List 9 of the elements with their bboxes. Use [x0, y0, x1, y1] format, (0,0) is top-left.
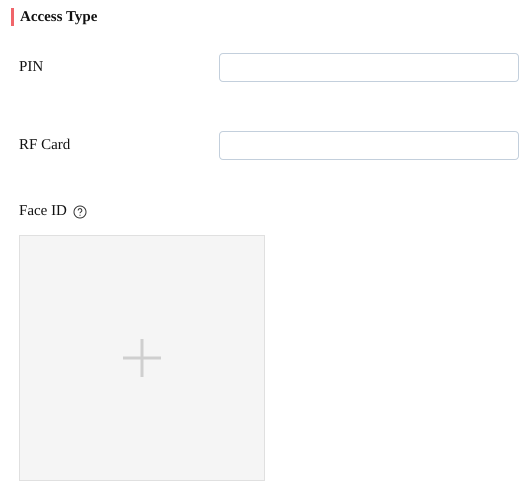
plus-icon [122, 338, 162, 378]
section-title: Access Type [20, 8, 98, 26]
field-label: PIN [19, 59, 44, 76]
input-field[interactable] [219, 53, 519, 82]
field-label: Face ID [19, 203, 67, 220]
field-label: RF Card [19, 137, 70, 154]
input-field[interactable] [219, 131, 519, 160]
help-icon[interactable] [72, 204, 87, 218]
upload-box[interactable] [19, 235, 265, 481]
